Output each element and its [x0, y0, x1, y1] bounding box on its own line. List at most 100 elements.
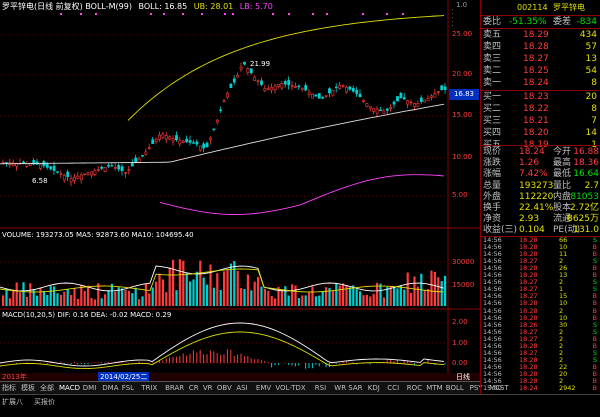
candle-down: [396, 96, 399, 102]
indicator-tab-[interactable]: 指标: [2, 383, 16, 394]
candle-down: [188, 140, 192, 143]
volume-bar: [158, 273, 161, 306]
indicator-tab-wr[interactable]: WR: [334, 383, 346, 394]
volume-bar: [93, 299, 96, 306]
kline-chart-area[interactable]: 罗平锌电(日线 前复权) BOLL-M(99) BOLL: 16.85 UB: …: [0, 0, 480, 394]
volume-bar: [440, 281, 443, 306]
price-axis-label: 5.00: [452, 191, 468, 199]
indicator-tab-rsi[interactable]: RSI: [315, 383, 326, 394]
ask-level-row[interactable]: 卖一 18.24 8: [481, 77, 600, 89]
bid-level-row[interactable]: 买一 18.23 20: [481, 91, 600, 103]
timeline-strip[interactable]: 2013年 2014/02/25二 日线: [0, 372, 480, 382]
candle-up: [382, 110, 386, 114]
stat-label: 今开: [553, 147, 572, 157]
candle-down: [120, 166, 124, 172]
volume-bar: [444, 275, 447, 306]
axis-decoration: [452, 13, 453, 14]
signal-marker-dot: [326, 13, 328, 15]
volume-bar: [172, 259, 175, 306]
indicator-tab-boll[interactable]: BOLL: [446, 383, 464, 394]
indicator-tab-macd[interactable]: MACD: [59, 383, 80, 394]
ask-level-row[interactable]: 卖二 18.25 54: [481, 65, 600, 77]
volume-bar: [199, 260, 202, 306]
bid-level-qty: 7: [591, 116, 597, 126]
indicator-tab-sar[interactable]: SAR: [348, 383, 362, 394]
indicator-tab-voltdx[interactable]: VOL-TDX: [275, 383, 305, 394]
candle-down: [328, 88, 331, 94]
indicator-tab-cci[interactable]: CCI: [387, 383, 399, 394]
indicator-tab-fsl[interactable]: FSL: [122, 383, 134, 394]
volume-bar: [15, 282, 18, 306]
candle-down: [205, 142, 209, 148]
indicator-tab-dmi[interactable]: DMI: [83, 383, 97, 394]
indicator-tab-brar[interactable]: BRAR: [165, 383, 184, 394]
kline-chart-canvas[interactable]: [0, 0, 480, 381]
indicator-tab-asi[interactable]: ASI: [236, 383, 247, 394]
indicator-tab-[interactable]: 全部: [40, 383, 54, 394]
candle-down: [392, 101, 396, 105]
tick-list[interactable]: 14:56 18.28 66 S 14:56 18.28 10 B 14:56 18.28 11 B 1…: [481, 237, 600, 393]
indicator-tab-[interactable]: 模板: [21, 383, 35, 394]
volume-bar: [229, 263, 232, 306]
ask-level-row[interactable]: 卖三 18.27 13: [481, 53, 600, 65]
stat-label: 股本: [553, 203, 572, 213]
candle-up: [406, 100, 410, 105]
bid-level-row[interactable]: 买三 18.21 7: [481, 115, 600, 127]
indicator-tab-trix[interactable]: TRIX: [141, 383, 157, 394]
volume-bar: [304, 295, 307, 306]
volume-bar: [104, 294, 107, 306]
indicator-tab-emv[interactable]: EMV: [256, 383, 271, 394]
candle-down: [151, 139, 155, 144]
stat-value: 7.42%: [519, 169, 548, 180]
status-item-expand[interactable]: 扩展八: [2, 397, 23, 407]
candle-down: [385, 108, 389, 111]
candle-down: [185, 138, 189, 143]
candle-up: [69, 177, 73, 183]
volume-bar: [389, 286, 392, 306]
volume-bar: [311, 286, 314, 306]
signal-marker-dot: [80, 13, 82, 15]
candle-up: [300, 87, 304, 90]
signal-marker-dot: [201, 13, 203, 15]
quote-header: 002114 罗平锌电: [481, 1, 600, 15]
volume-bar: [253, 281, 256, 306]
bid-level-row[interactable]: 买四 18.20 14: [481, 127, 600, 139]
volume-bar: [291, 284, 294, 306]
quote-panel: 002114 罗平锌电 委比 -51.35% 委差 -834 卖五 18.29 43…: [480, 0, 600, 394]
candle-up: [76, 175, 80, 180]
volume-bar: [148, 293, 151, 306]
signal-marker-dot: [95, 13, 97, 15]
bid-level-row[interactable]: 买二 18.22 8: [481, 103, 600, 115]
ask-levels: 卖五 18.29 434 卖四 18.28 57 卖三 18.27 13 卖二 18.25 54 卖一 1…: [481, 29, 600, 90]
indicator-tab-cr[interactable]: CR: [189, 383, 199, 394]
candle-up: [338, 84, 342, 89]
volume-bar: [59, 294, 62, 306]
volume-axis-label: 30000: [452, 258, 475, 266]
ask-level-row[interactable]: 卖四 18.28 57: [481, 41, 600, 53]
candle-down: [399, 93, 403, 99]
indicator-tab-dma[interactable]: DMA: [102, 383, 118, 394]
candle-up: [263, 88, 267, 92]
indicator-tab-mtm[interactable]: MTM: [426, 383, 442, 394]
weibi-label: 委比: [483, 17, 502, 27]
weicha-value: -834: [576, 17, 597, 27]
volume-bar: [178, 259, 181, 306]
status-item-bid-quote[interactable]: 买报价: [34, 397, 55, 407]
ask-level-row[interactable]: 卖五 18.29 434: [481, 29, 600, 41]
price-axis-label: 15.00: [452, 111, 473, 119]
volume-bar: [127, 290, 130, 306]
indicator-tab-kdj[interactable]: KDJ: [368, 383, 380, 394]
indicator-tab-roc[interactable]: ROC: [407, 383, 422, 394]
stat-label: 现价: [483, 147, 502, 157]
current-price-tag: 16.83: [449, 89, 479, 100]
volume-axis-label: 15000: [452, 281, 475, 289]
candle-down: [283, 81, 287, 85]
candle-up: [144, 151, 148, 155]
candle-up: [178, 140, 182, 145]
chart-title: 罗平锌电(日线 前复权) BOLL-M(99): [2, 2, 132, 11]
indicator-tab-vr[interactable]: VR: [203, 383, 213, 394]
volume-bar: [379, 283, 382, 306]
candle-up: [277, 84, 280, 87]
volume-bar: [70, 294, 73, 306]
indicator-tab-obv[interactable]: OBV: [217, 383, 232, 394]
